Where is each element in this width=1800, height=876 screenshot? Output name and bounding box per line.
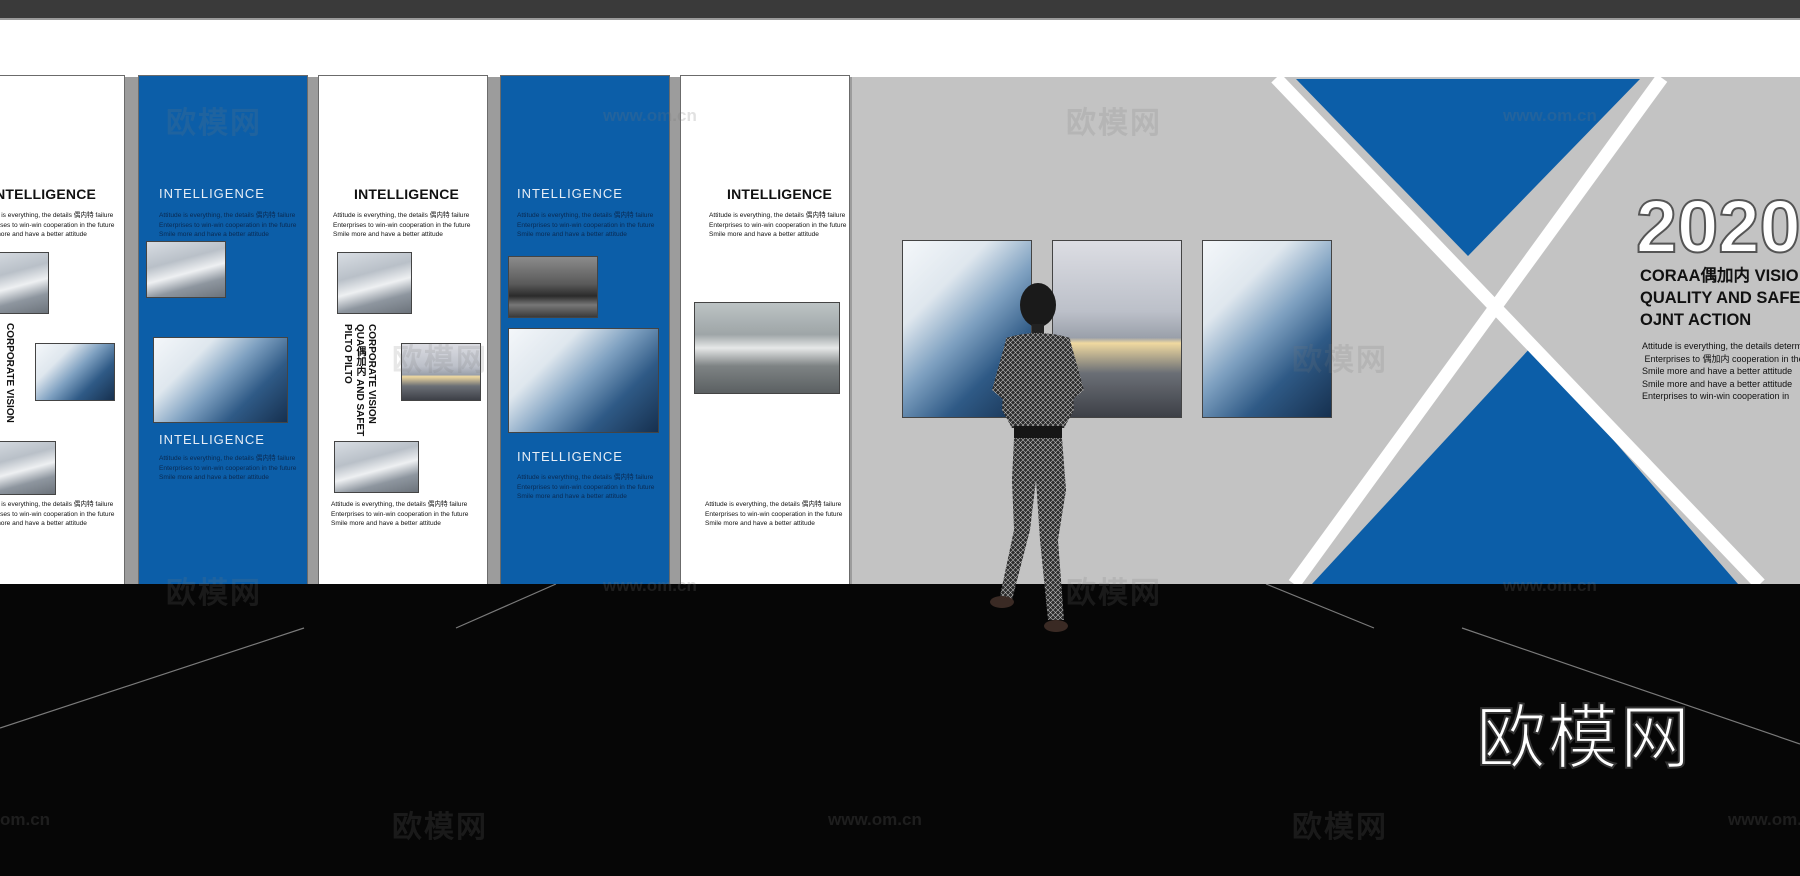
panel-text: Attitude is everything, the details 偶内特 …: [517, 212, 655, 239]
panel-text: Attitude is everything, the details 偶内特 …: [159, 212, 297, 239]
panel-vertical-text: CORPORATE VISION QUA偶加内 AND SAFET PILTO …: [342, 324, 377, 437]
panel-vertical-text: CORPORATE VISION: [4, 323, 15, 423]
watermark-logo: 欧模网: [1292, 344, 1388, 377]
floor-line: [1265, 584, 1375, 629]
floor-line: [455, 584, 557, 629]
panel-photo: [337, 252, 412, 314]
display-panel-2: INTELLIGENCE Attitude is everything, the…: [138, 75, 308, 585]
display-panel-1: INTELLIGENCE Attitude is everything, the…: [0, 75, 125, 585]
exhibition-wall-scene: 2020 CORAA偶加内 VISIO QUALITY AND SAFE OJN…: [0, 0, 1800, 876]
person-shoe: [1044, 620, 1068, 632]
display-panel-5: INTELLIGENCE Attitude is everything, the…: [680, 75, 850, 585]
panel-photo: [0, 252, 49, 314]
year-label: 2020: [1635, 185, 1800, 268]
panel-photo: [35, 343, 115, 401]
watermark-logo: 欧模网: [392, 344, 488, 377]
watermark-url: om.cn: [0, 810, 51, 829]
watermark-logo: 欧模网: [166, 107, 262, 140]
watermark-logo: 欧模网: [1292, 811, 1388, 844]
panel-photo: [334, 441, 419, 493]
person-legs: [1000, 438, 1066, 620]
panel-photo: [508, 328, 659, 433]
panel-text: Attitude is everything, the details 偶内特 …: [0, 501, 115, 528]
panel-photo: [694, 302, 840, 394]
panel-separator: [124, 77, 138, 584]
panel-text: Attitude is everything, the details 偶内特 …: [333, 212, 471, 239]
vision-heading: CORAA偶加内 VISIO QUALITY AND SAFE OJNT ACT…: [1640, 267, 1800, 329]
panel-text: Attitude is everything, the details 偶内特 …: [705, 501, 843, 528]
panel-text: Attitude is everything, the details 偶内特 …: [0, 212, 115, 239]
panel-photo: [508, 256, 598, 318]
watermark-url: www.om.cn: [828, 810, 922, 829]
panel-title: INTELLIGENCE: [517, 449, 623, 464]
watermark-url: www.om.cn: [1503, 106, 1597, 125]
panel-title: INTELLIGENCE: [517, 186, 623, 201]
watermark-logo: 欧模网: [166, 577, 262, 610]
person-shoe: [990, 596, 1014, 608]
panel-text: Attitude is everything, the details 偶内特 …: [709, 212, 847, 239]
panel-photo: [146, 241, 226, 298]
brand-watermark: 欧模网: [1475, 696, 1692, 780]
watermark-url: www.om.cn: [603, 576, 697, 595]
vision-body: Attitude is everything, the details dete…: [1642, 341, 1800, 402]
framed-picture-glass-tower: [1202, 240, 1332, 418]
panel-text: Attitude is everything, the details 偶内特 …: [517, 474, 655, 501]
person-torso: [1002, 333, 1074, 428]
panel-title: INTELLIGENCE: [727, 186, 833, 202]
panel-title: INTELLIGENCE: [0, 186, 97, 202]
panel-photo: [0, 441, 56, 495]
watermark-logo: 欧模网: [392, 811, 488, 844]
watermark-logo: 欧模网: [1066, 577, 1162, 610]
person-head: [1020, 283, 1056, 327]
panel-title: INTELLIGENCE: [159, 186, 265, 201]
watermark-url: www.om.cn: [1503, 576, 1597, 595]
panel-photo: [153, 337, 288, 423]
watermark-url: www.om.cn: [603, 106, 697, 125]
panel-title: INTELLIGENCE: [159, 432, 265, 447]
watermark-logo: 欧模网: [1066, 107, 1162, 140]
panel-text: Attitude is everything, the details 偶内特 …: [331, 501, 469, 528]
display-panel-3: INTELLIGENCE Attitude is everything, the…: [318, 75, 488, 585]
panel-title: INTELLIGENCE: [354, 186, 460, 202]
floor-line: [0, 627, 305, 729]
person-belt: [1014, 426, 1062, 438]
watermark-url: www.om.cn: [1728, 810, 1800, 829]
display-panel-4: INTELLIGENCE Attitude is everything, the…: [500, 75, 670, 585]
panel-text: Attitude is everything, the details 偶内特 …: [159, 455, 297, 482]
panel-separator: [486, 77, 500, 584]
